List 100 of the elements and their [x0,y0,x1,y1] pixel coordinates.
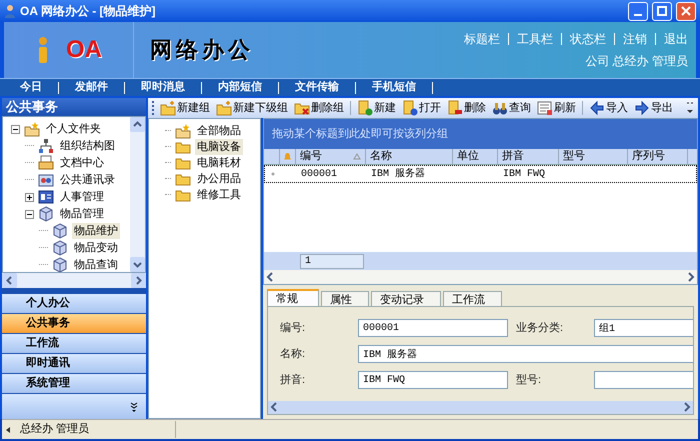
bell-icon [283,152,292,161]
column-header[interactable]: 编号 [296,149,366,164]
binoculars-icon [492,100,508,116]
minimize-button[interactable] [628,2,648,20]
panel-title: 公共事务 [2,98,146,116]
nav-panel-button[interactable]: 即时通讯 [2,354,146,374]
horizontal-scrollbar[interactable] [268,401,693,414]
status-text: 总经办 管理员 [16,421,176,438]
tree-item[interactable]: 组织结构图 [58,138,117,154]
toolbar-button[interactable]: 导入 [589,100,628,116]
toolbar-button[interactable]: 打开 [402,100,441,116]
maximize-icon [657,6,667,16]
contacts-icon [38,172,54,188]
cube-icon [38,206,54,222]
scroll-right-icon [131,273,146,288]
collapse-icon[interactable] [25,210,34,218]
group-by-hint: 拖动某个标题到此处即可按该列分组 [264,119,697,149]
toolbar-button[interactable]: 新建 [357,100,396,116]
nav-panel-button[interactable]: 个人办公 [2,294,146,314]
toolbar-button[interactable]: 刷新 [537,100,576,116]
nav-link[interactable]: 手机短信 [364,79,424,96]
column-header[interactable]: 名称 [366,149,453,164]
tab[interactable]: 工作流 [443,291,502,306]
tree-item[interactable]: 文档中心 [58,154,106,172]
horizontal-scrollbar[interactable] [264,270,697,284]
tab[interactable]: 属性 [321,291,369,306]
field-label: 业务分类: [516,320,564,336]
table-row[interactable]: 000001 IBM 服务器 IBM FWQ [264,165,697,183]
column-label: 拼音 [502,148,524,164]
group-item[interactable]: 维修工具 [195,186,243,204]
toolbar-options-icon[interactable] [686,101,694,115]
table-cell-text: IBM FWQ [502,168,546,182]
nav-link[interactable]: 发邮件 [67,79,116,96]
tree-item[interactable]: 物品管理 [58,206,106,222]
chevron-down-icon[interactable] [130,402,138,412]
toolbar-button[interactable]: 新建组 [160,100,210,116]
input-field[interactable] [594,371,693,389]
window-title: OA 网络办公 - [物品维护] [20,3,157,20]
cube-icon [52,223,68,239]
nav-link[interactable]: 即时消息 [133,79,193,96]
row-marker-icon [271,172,275,176]
nav-link[interactable]: 文件传输 [287,79,347,96]
close-button[interactable] [676,2,696,20]
cube-icon [52,257,68,272]
nav-panel-button[interactable]: 系统管理 [2,374,146,394]
column-label: 型号 [563,149,585,164]
cube-icon [52,240,68,256]
column-label: 序列号 [632,148,665,164]
vertical-scrollbar[interactable] [130,117,145,272]
logo-text: OA [66,35,102,65]
footer-cell: 1 [300,254,364,268]
org-chart-icon [38,138,54,154]
maximize-button[interactable] [652,2,672,20]
horizontal-scrollbar[interactable] [2,273,146,288]
folder-star-icon [24,121,40,137]
minimize-icon [634,14,642,16]
column-label: 编号 [300,149,322,164]
field-label: 编号: [280,320,306,336]
close-icon [681,6,691,16]
nav-link[interactable]: 今日 [12,79,50,96]
field-label: 型号: [516,372,542,388]
document-open-icon [402,100,418,116]
input-field[interactable]: 组1 [594,319,693,337]
expand-icon[interactable] [25,192,34,202]
nav-panel-button[interactable]: 工作流 [2,334,146,354]
input-field[interactable]: IBM 服务器 [358,345,693,363]
input-field[interactable]: 000001 [358,319,508,337]
toolbar-button[interactable]: 删除 [447,100,486,116]
toolbar-button[interactable]: 导出 [634,100,673,116]
tree-item[interactable]: 公共通讯录 [58,172,117,188]
column-header[interactable]: 单位 [453,149,498,164]
field-label: 拼音: [280,372,306,388]
column-header[interactable]: 型号 [559,149,628,164]
column-header[interactable]: 拼音 [498,149,559,164]
document-list-icon [537,100,553,116]
scroll-down-icon [130,257,145,272]
toolbar-button[interactable]: 新建下级组 [216,100,288,116]
group-item[interactable]: 电脑耗材 [195,154,243,172]
table-cell-text: 000001 [300,168,338,182]
column-header[interactable]: 序列号 [628,149,688,164]
user-icon [4,4,16,18]
tab[interactable]: 变动记录 [371,291,441,306]
toolbar-button[interactable]: 查询 [492,100,531,116]
folder-icon [216,100,232,116]
tree-item[interactable]: 物品查询 [72,256,120,272]
group-item[interactable]: 电脑设备 [195,138,243,156]
tree-item[interactable]: 个人文件夹 [44,120,103,138]
tree-item[interactable]: 人事管理 [58,188,106,206]
tree-item[interactable]: 物品变动 [72,240,120,256]
group-item[interactable]: 办公用品 [195,170,243,188]
column-label: 名称 [370,149,392,164]
nav-panel-button[interactable]: 公共事务 [2,314,146,334]
tab[interactable]: 常规 [267,289,319,306]
user-info: 公司 总经办 管理员 [585,53,688,70]
collapse-icon[interactable] [11,124,20,134]
group-item[interactable]: 全部物品 [195,122,243,140]
input-field[interactable]: IBM FWQ [358,371,508,389]
tree-item[interactable]: 物品维护 [72,222,120,240]
nav-link[interactable]: 内部短信 [210,79,270,96]
toolbar-button[interactable]: 删除组 [294,100,344,116]
